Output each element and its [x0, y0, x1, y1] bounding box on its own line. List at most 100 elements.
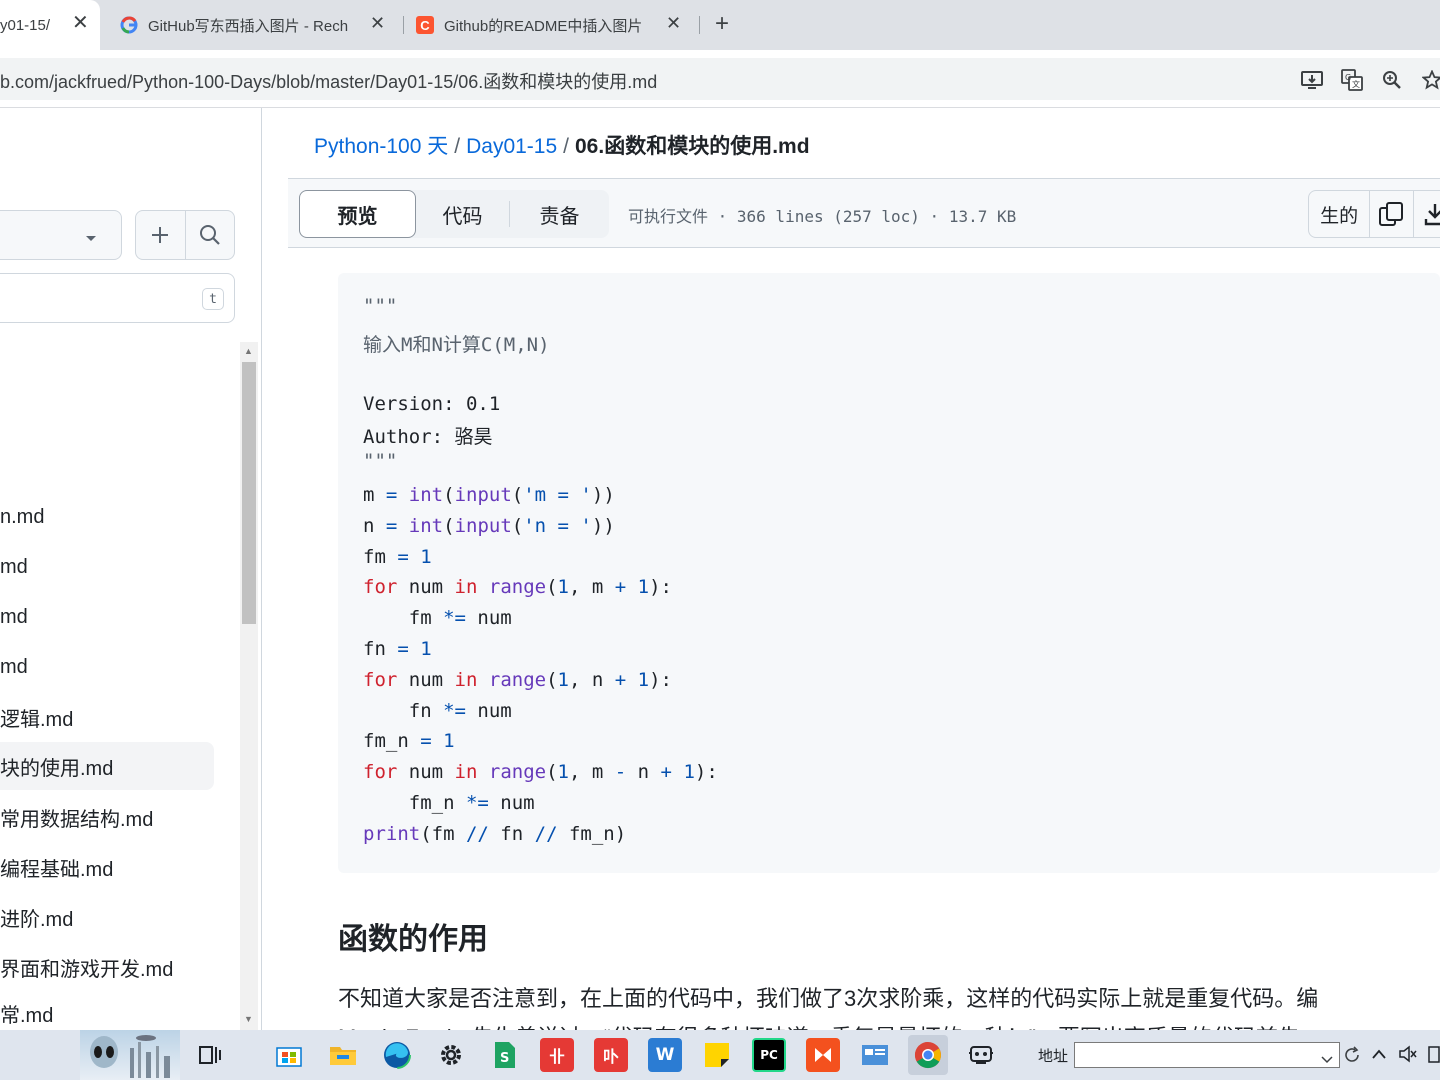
chevron-down-icon[interactable]	[1321, 1051, 1333, 1069]
scrollbar-thumb[interactable]	[242, 362, 256, 624]
breadcrumb-separator: /	[454, 135, 461, 158]
file-tree-item-active[interactable]: 块的使用.md	[0, 742, 214, 790]
tab-title: GitHub写东西插入图片 - Rech	[148, 17, 349, 35]
breadcrumb-folder-link[interactable]: Day01-15	[466, 135, 557, 158]
add-file-button[interactable]	[136, 211, 186, 259]
tab-blame[interactable]: 责备	[510, 190, 609, 238]
breadcrumb-repo-link[interactable]: Python-100 天	[314, 135, 448, 158]
word-icon[interactable]: W	[648, 1038, 682, 1072]
search-icon	[199, 225, 220, 245]
sidebar-actions	[135, 210, 235, 260]
breadcrumb-separator: /	[563, 135, 569, 158]
tab-github-images[interactable]: GitHub写东西插入图片 - Rech ✕	[110, 0, 400, 50]
file-explorer-icon[interactable]	[326, 1038, 360, 1072]
code-line: print(fm // fn // fm_n)	[363, 823, 627, 845]
store-icon[interactable]	[272, 1038, 306, 1072]
install-app-icon[interactable]	[1300, 68, 1324, 92]
code-line: for num in range(1, m + 1):	[363, 576, 672, 598]
go-to-file-input[interactable]: t	[0, 273, 235, 323]
file-tree-item[interactable]: n.md	[0, 493, 214, 541]
close-tab-icon[interactable]: ✕	[666, 14, 681, 32]
code-line: for num in range(1, n + 1):	[363, 669, 672, 691]
file-tree-sidebar: t n.md md md md 逻辑.md 块的使用.md 常用数据结构.md …	[0, 108, 262, 1030]
sticky-notes-icon[interactable]	[700, 1038, 734, 1072]
address-bar[interactable]: b.com/jackfrued/Python-100-Days/blob/mas…	[0, 58, 1440, 100]
code-line: Version: 0.1	[363, 393, 501, 415]
translate-icon[interactable]: G文	[1340, 68, 1364, 92]
new-tab-button[interactable]: +	[708, 10, 736, 38]
volume-muted-icon[interactable]	[1398, 1045, 1418, 1068]
file-tree-item[interactable]: 界面和游戏开发.md	[0, 943, 214, 991]
file-tree-item[interactable]: 常.md	[0, 993, 214, 1033]
breadcrumb-current-file: 06.函数和模块的使用.md	[575, 135, 810, 158]
edge-icon[interactable]	[380, 1038, 414, 1072]
url-text[interactable]: b.com/jackfrued/Python-100-Days/blob/mas…	[0, 68, 657, 94]
tab-readme-images[interactable]: C Github的README中插入图片 ✕	[408, 0, 698, 50]
tray-chevron-up-icon[interactable]	[1371, 1047, 1387, 1065]
sidebar-scrollbar[interactable]: ▲ ▼	[240, 342, 258, 1030]
scroll-down-icon[interactable]: ▼	[244, 1014, 253, 1024]
view-mode-tabs: 预览 代码 责备	[299, 190, 609, 238]
file-name: 界面和游戏开发.md	[0, 958, 174, 981]
battery-icon[interactable]	[1428, 1045, 1440, 1068]
task-view-icon[interactable]	[193, 1038, 227, 1072]
sheets-icon[interactable]: S	[488, 1038, 522, 1072]
file-tree-item[interactable]: 逻辑.md	[0, 693, 214, 741]
orange-app-icon[interactable]	[806, 1038, 840, 1072]
keyboard-shortcut-hint: t	[202, 288, 224, 310]
bookmark-star-icon[interactable]	[1420, 68, 1440, 92]
chevron-down-icon	[85, 230, 97, 248]
tab-title: Github的README中插入图片	[444, 17, 643, 35]
refresh-icon[interactable]	[1343, 1046, 1361, 1069]
chrome-icon[interactable]	[908, 1035, 948, 1075]
file-name: 常用数据结构.md	[0, 808, 154, 831]
settings-icon[interactable]	[434, 1038, 468, 1072]
copy-button[interactable]	[1370, 191, 1414, 237]
close-tab-icon[interactable]: ✕	[72, 13, 89, 33]
file-actions: 生的	[1308, 190, 1440, 238]
code-line: fm *= num	[363, 607, 512, 629]
download-icon	[1425, 204, 1440, 226]
branch-selector[interactable]	[0, 210, 122, 260]
red-app-icon[interactable]: 卟	[594, 1038, 628, 1072]
code-line: m = int(input('m = '))	[363, 484, 615, 506]
zoom-icon[interactable]	[1380, 68, 1404, 92]
paragraph-next: Martin Fowler先生曾说过：“代码有很多种坏味道，重复是最坏的一种！”…	[338, 1020, 1300, 1030]
tab-preview[interactable]: 预览	[299, 190, 416, 238]
code-block[interactable]: """ 输入M和N计算C(M,N) Version: 0.1 Author: 骆…	[338, 273, 1440, 873]
control-panel-icon[interactable]	[858, 1038, 892, 1072]
paragraph: 不知道大家是否注意到，在上面的代码中，我们做了3次求阶乘，这样的代码实际上就是重…	[338, 986, 1319, 1011]
search-button[interactable]	[186, 211, 235, 259]
code-line: fn *= num	[363, 700, 512, 722]
code-line: n = int(input('n = '))	[363, 515, 615, 537]
remote-app-icon[interactable]	[964, 1038, 998, 1072]
file-name: 编程基础.md	[0, 858, 114, 881]
plus-icon	[152, 227, 169, 243]
file-name: md	[0, 555, 28, 578]
tab-code[interactable]: 代码	[416, 190, 509, 238]
file-name: 常.md	[0, 1004, 54, 1027]
taskbar-address-label: 地址	[1038, 1048, 1069, 1065]
file-tree-item[interactable]: md	[0, 543, 214, 591]
file-tree-item[interactable]: md	[0, 643, 214, 691]
scroll-up-icon[interactable]: ▲	[244, 346, 253, 356]
raw-button[interactable]: 生的	[1309, 191, 1371, 237]
file-tree-item[interactable]: md	[0, 593, 214, 641]
code-line: """	[363, 450, 398, 472]
pycharm-icon[interactable]: PC	[752, 1038, 786, 1072]
code-line: fm_n *= num	[363, 792, 535, 814]
code-line: 输入M和N计算C(M,N)	[363, 334, 550, 356]
file-tree-item[interactable]: 编程基础.md	[0, 843, 214, 891]
tab-current[interactable]: y01-15/ ✕	[0, 0, 100, 50]
file-tree-item[interactable]: 进阶.md	[0, 893, 214, 941]
breadcrumb: Python-100 天 / Day01-15/06.函数和模块的使用.md	[314, 130, 810, 160]
close-tab-icon[interactable]: ✕	[370, 14, 385, 32]
file-view: Python-100 天 / Day01-15/06.函数和模块的使用.md 预览 …	[288, 108, 1440, 1030]
file-tree-item[interactable]: 常用数据结构.md	[0, 793, 214, 841]
svg-text:S: S	[500, 1051, 509, 1066]
download-button[interactable]	[1414, 191, 1440, 237]
taskbar-address-input[interactable]	[1074, 1042, 1340, 1068]
file-name: md	[0, 655, 28, 678]
file-name: n.md	[0, 505, 45, 528]
red-app-icon[interactable]: 卝	[540, 1038, 574, 1072]
